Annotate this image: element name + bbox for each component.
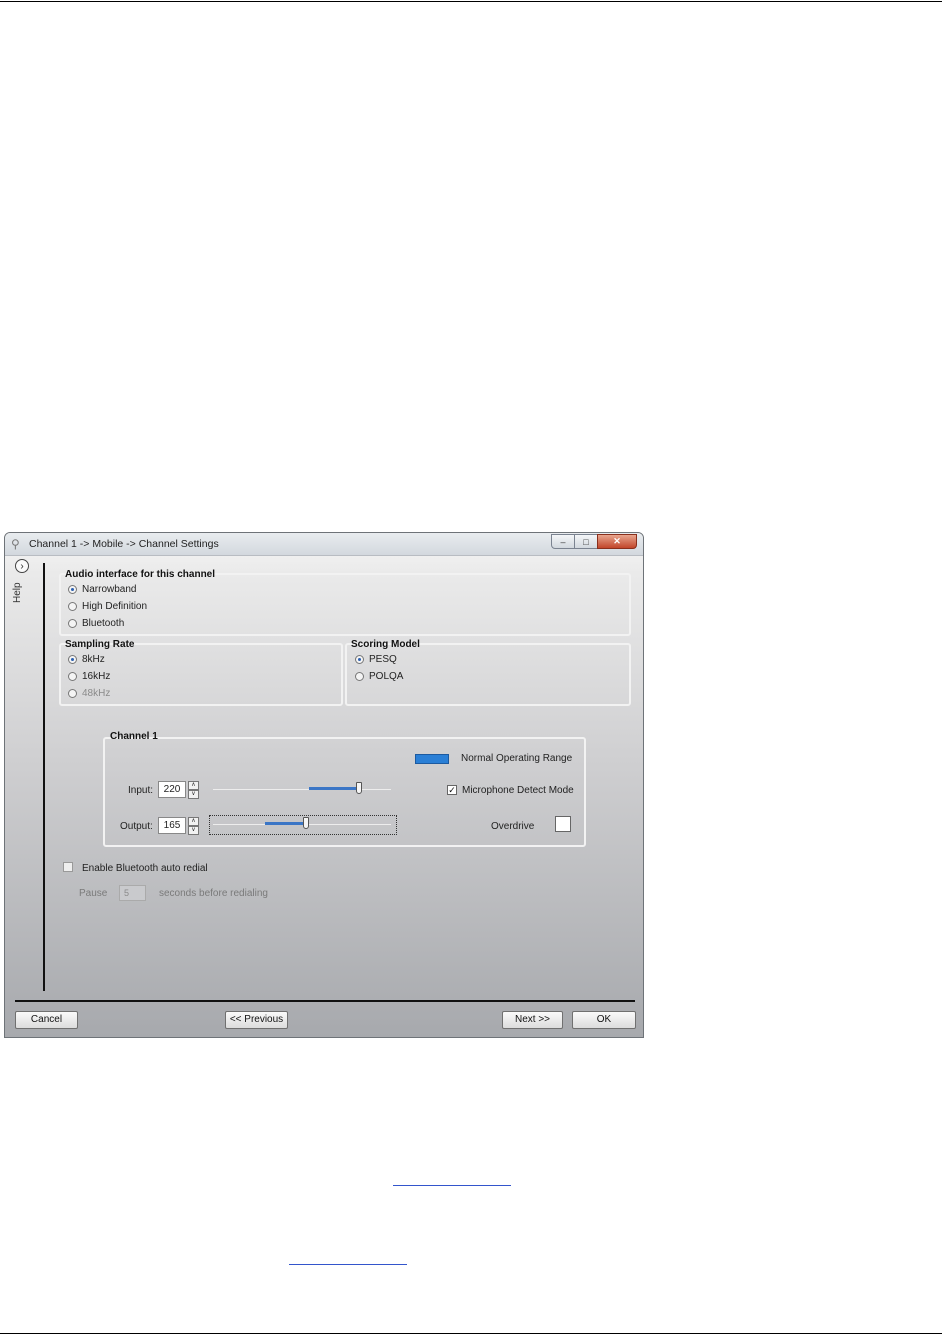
minimize-button[interactable]: –	[551, 534, 575, 549]
radio-indicator[interactable]	[355, 655, 364, 664]
help-expand-button[interactable]: ›	[15, 559, 29, 573]
spin-up-icon[interactable]: ∧	[188, 817, 199, 826]
radio-high-definition[interactable]: High Definition	[68, 601, 147, 612]
next-button[interactable]: Next >>	[502, 1011, 563, 1029]
footer-separator	[15, 1000, 635, 1002]
operating-range-swatch	[415, 754, 449, 764]
maximize-button[interactable]: □	[574, 534, 598, 549]
radio-polqa[interactable]: POLQA	[355, 671, 403, 682]
help-divider	[43, 563, 45, 991]
bluetooth-redial-checkbox[interactable]	[63, 862, 73, 872]
radio-48khz: 48kHz	[68, 688, 110, 699]
mic-detect-label: Microphone Detect Mode	[462, 785, 574, 796]
radio-bluetooth[interactable]: Bluetooth	[68, 618, 124, 629]
slider-range	[309, 787, 359, 790]
cancel-button[interactable]: Cancel	[15, 1011, 78, 1029]
output-slider[interactable]	[213, 817, 391, 831]
radio-indicator[interactable]	[68, 602, 77, 611]
bluetooth-redial-label: Enable Bluetooth auto redial	[82, 863, 208, 874]
channel-settings-window: ⚲ Channel 1 -> Mobile -> Channel Setting…	[4, 532, 644, 1038]
spin-down-icon[interactable]: ∨	[188, 790, 199, 799]
spin-up-icon[interactable]: ∧	[188, 781, 199, 790]
ok-button[interactable]: OK	[572, 1011, 636, 1029]
close-button[interactable]: ✕	[597, 534, 637, 549]
overdrive-label: Overdrive	[491, 821, 535, 832]
mic-detect-checkbox[interactable]: ✓	[447, 785, 457, 795]
title-bar[interactable]: ⚲ Channel 1 -> Mobile -> Channel Setting…	[5, 533, 643, 556]
slider-track	[213, 789, 391, 790]
help-panel: › Help	[5, 555, 37, 995]
radio-indicator[interactable]	[68, 585, 77, 594]
output-spinner[interactable]: ∧ ∨	[188, 817, 199, 835]
radio-indicator[interactable]	[68, 655, 77, 664]
radio-indicator[interactable]	[68, 619, 77, 628]
slider-range	[265, 822, 306, 825]
window-title: Channel 1 -> Mobile -> Channel Settings	[29, 538, 219, 550]
input-value-field[interactable]: 220	[158, 781, 186, 798]
document-link-underline[interactable]	[289, 1264, 407, 1265]
operating-range-label: Normal Operating Range	[461, 753, 573, 764]
channel-title: Channel 1	[110, 731, 158, 742]
input-slider[interactable]	[213, 782, 391, 796]
page-bottom-rule	[0, 1333, 942, 1334]
output-value-field[interactable]: 165	[158, 817, 186, 834]
document-link-underline[interactable]	[393, 1185, 511, 1186]
radio-pesq[interactable]: PESQ	[355, 654, 397, 665]
scoring-model-title: Scoring Model	[351, 639, 420, 650]
radio-indicator[interactable]	[68, 672, 77, 681]
help-label[interactable]: Help	[12, 582, 23, 603]
radio-indicator[interactable]	[355, 672, 364, 681]
app-icon: ⚲	[11, 537, 20, 551]
page-top-rule	[0, 1, 942, 2]
output-label: Output:	[120, 821, 153, 832]
radio-narrowband[interactable]: Narrowband	[68, 584, 136, 595]
spin-down-icon[interactable]: ∨	[188, 826, 199, 835]
pause-suffix: seconds before redialing	[159, 888, 268, 899]
overdrive-checkbox[interactable]	[555, 816, 571, 832]
pause-label: Pause	[79, 888, 108, 899]
slider-thumb[interactable]	[356, 782, 362, 794]
pause-seconds-input[interactable]: 5	[119, 885, 146, 901]
sampling-rate-title: Sampling Rate	[65, 639, 135, 650]
audio-interface-title: Audio interface for this channel	[65, 569, 216, 580]
input-label: Input:	[128, 785, 154, 796]
previous-button[interactable]: << Previous	[225, 1011, 288, 1029]
radio-8khz[interactable]: 8kHz	[68, 654, 105, 665]
input-spinner[interactable]: ∧ ∨	[188, 781, 199, 799]
radio-indicator	[68, 689, 77, 698]
slider-thumb[interactable]	[303, 817, 309, 829]
radio-16khz[interactable]: 16kHz	[68, 671, 110, 682]
